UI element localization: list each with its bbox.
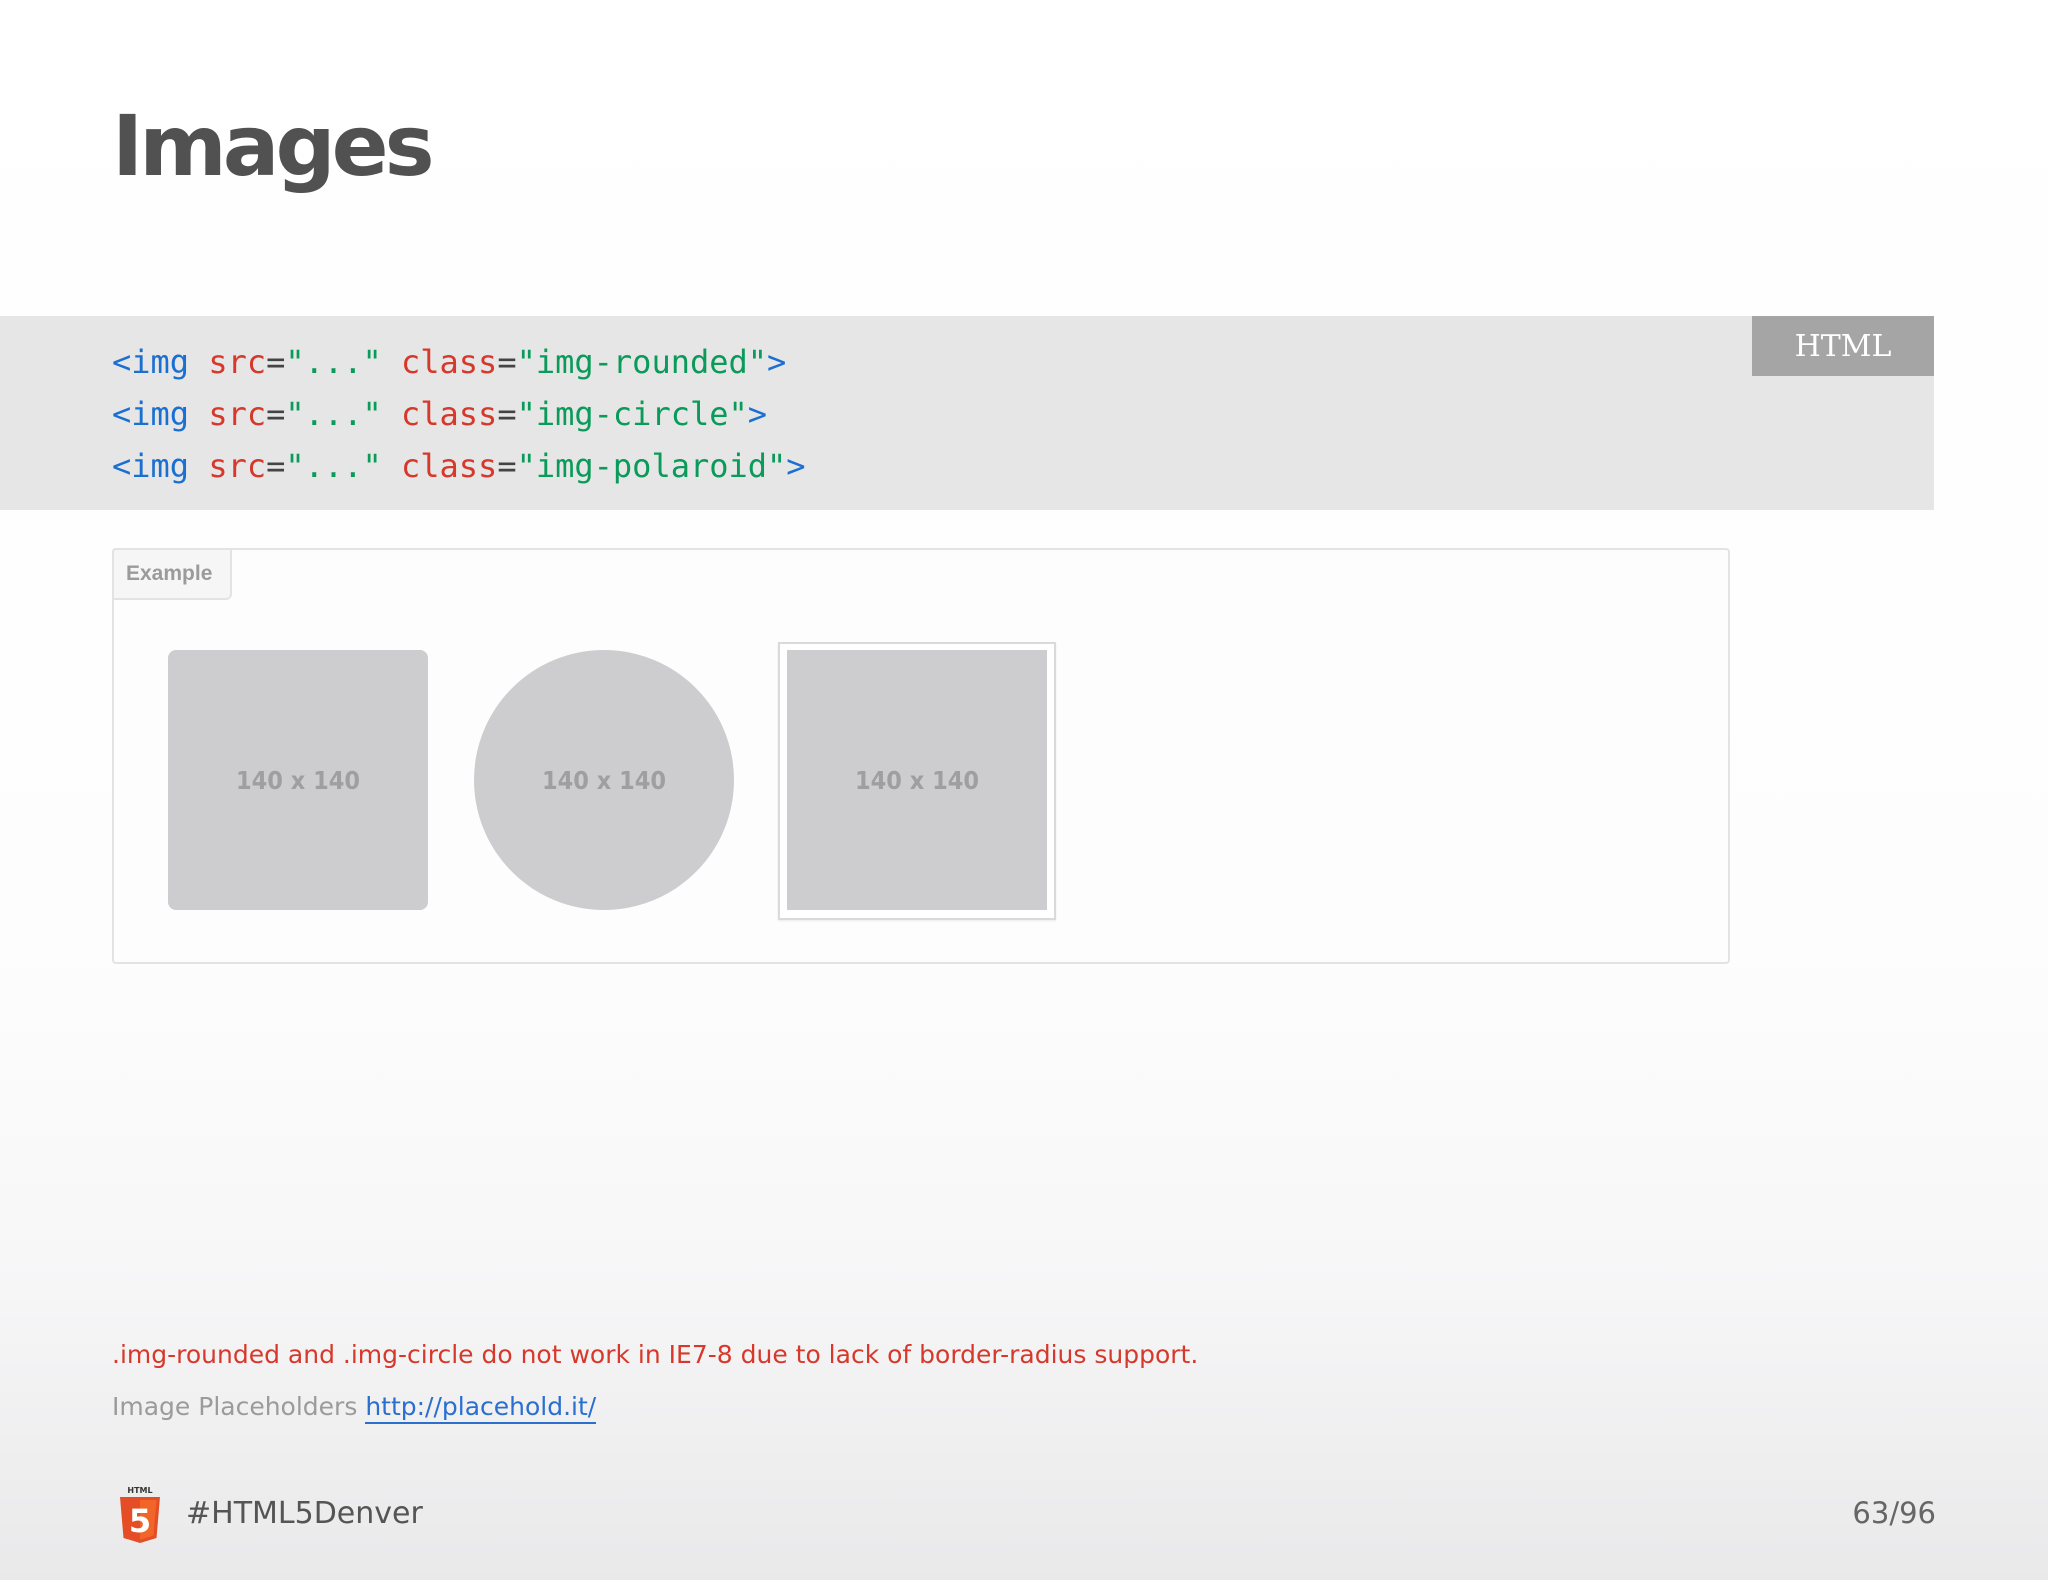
code-token-tag: <img <box>112 447 190 485</box>
code-token-equals: = <box>266 395 286 433</box>
code-token-value: "..." <box>285 343 382 381</box>
code-token-value: "..." <box>285 447 382 485</box>
slide-title: Images <box>112 97 435 195</box>
html5-logo-caption: HTML <box>127 1486 152 1495</box>
placehold-it-link[interactable]: http://placehold.it/ <box>365 1392 597 1424</box>
code-token-tag: > <box>747 395 768 433</box>
code-line: <img src="..." class="img-rounded"> <box>112 336 806 388</box>
code-token-equals: = <box>497 447 517 485</box>
placeholder-image-rounded: 140 x 140 <box>168 650 428 910</box>
code-token-attr: src <box>208 395 267 433</box>
code-token-attr: src <box>208 447 267 485</box>
code-token-value: "img-polaroid" <box>516 447 787 485</box>
code-lines: <img src="..." class="img-rounded"> <img … <box>112 336 806 492</box>
code-token-tag: <img <box>112 343 190 381</box>
footer-hashtag: #HTML5Denver <box>186 1496 423 1531</box>
slide: Images <img src="..." class="img-rounded… <box>0 0 2048 1580</box>
code-token-attr: class <box>400 343 498 381</box>
code-token-tag: > <box>786 447 806 485</box>
placeholder-label: 140 x 140 <box>541 765 667 795</box>
code-token-value: "img-circle" <box>516 395 748 433</box>
polaroid-frame: 140 x 140 <box>778 642 1056 920</box>
code-token-attr: class <box>400 447 498 485</box>
ie-compat-warning: .img-rounded and .img-circle do not work… <box>112 1340 1199 1369</box>
code-token-equals: = <box>266 447 286 485</box>
example-tab: Example <box>112 548 232 600</box>
code-line: <img src="..." class="img-circle"> <box>112 388 806 440</box>
code-token-equals: = <box>266 343 286 381</box>
code-line: <img src="..." class="img-polaroid"> <box>112 440 806 492</box>
placeholder-image-circle: 140 x 140 <box>474 650 734 910</box>
code-language-badge: HTML <box>1752 316 1934 376</box>
placeholders-note: Image Placeholders http://placehold.it/ <box>112 1392 597 1424</box>
code-token-attr: class <box>400 395 498 433</box>
placeholder-image-polaroid: 140 x 140 <box>787 650 1047 910</box>
example-box: Example 140 x 140 140 x 140 140 x 140 <box>112 548 1730 964</box>
code-token-tag: > <box>767 343 787 381</box>
code-token-value: "img-rounded" <box>516 343 768 381</box>
code-token-attr: src <box>208 343 267 381</box>
placeholder-label: 140 x 140 <box>235 765 361 795</box>
page-counter: 63/96 <box>1852 1496 1936 1530</box>
code-token-value: "..." <box>285 395 382 433</box>
html5-logo-glyph: 5 <box>129 1502 151 1540</box>
code-token-tag: <img <box>112 395 190 433</box>
code-block: <img src="..." class="img-rounded"> <img … <box>0 316 1934 510</box>
code-token-equals: = <box>497 395 517 433</box>
html5-logo-icon: HTML 5 <box>120 1486 160 1543</box>
placeholder-label: 140 x 140 <box>854 765 980 795</box>
code-token-equals: = <box>497 343 517 381</box>
placeholders-prefix: Image Placeholders <box>112 1392 358 1421</box>
